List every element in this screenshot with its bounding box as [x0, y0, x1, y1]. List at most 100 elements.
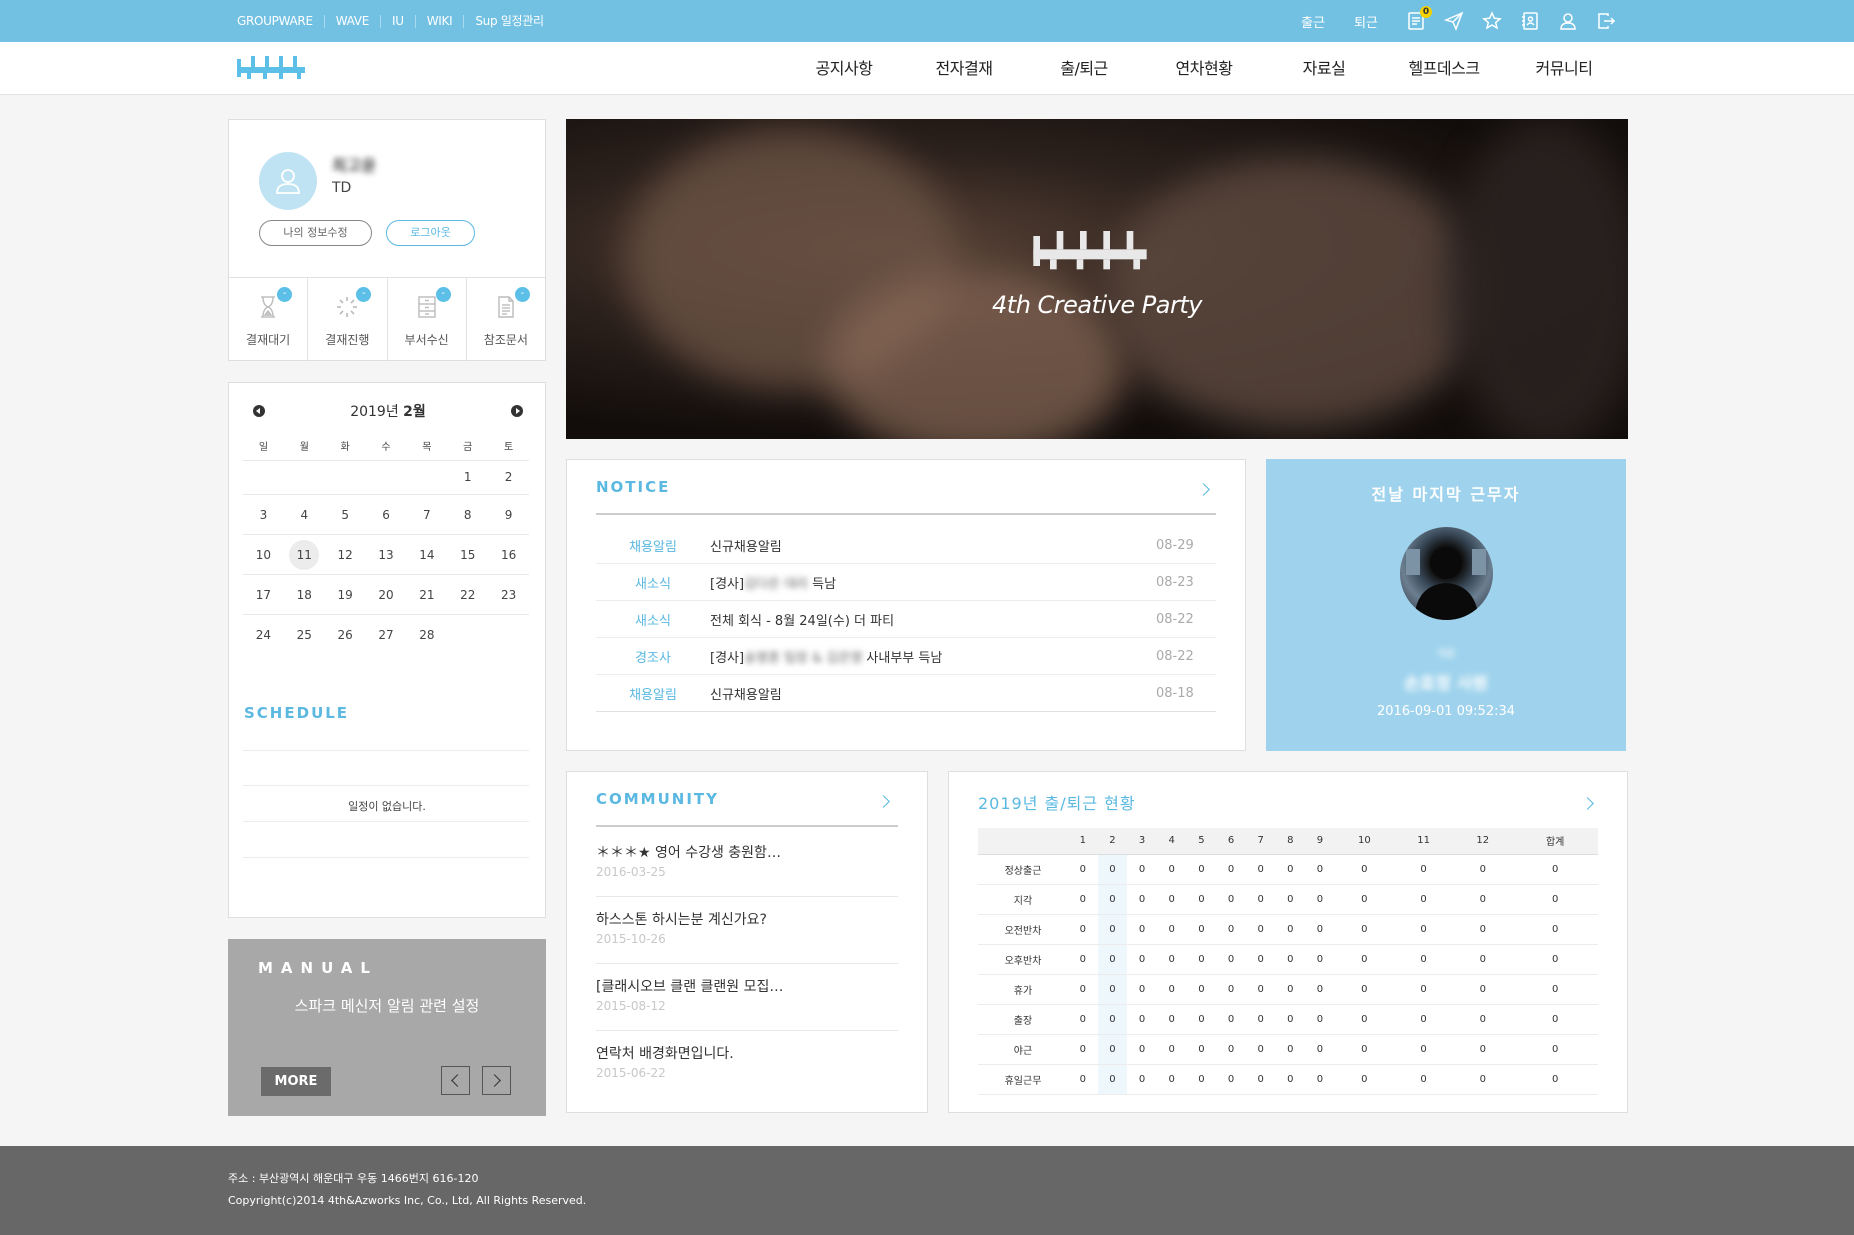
calendar-day[interactable]: 5	[325, 495, 366, 534]
attendance-cell: 0	[1245, 974, 1276, 1005]
next-month-icon[interactable]	[511, 405, 523, 417]
logout-button[interactable]: 로그아웃	[386, 220, 475, 246]
attendance-cell: 0	[1275, 1004, 1306, 1035]
checkout-button[interactable]: 퇴근	[1354, 12, 1378, 31]
calendar-day[interactable]: 6	[366, 495, 407, 534]
calendar-day[interactable]: 17	[243, 575, 284, 614]
last-worker-name: 손효정 사원	[1403, 674, 1489, 694]
nav-community[interactable]: 커뮤니티	[1504, 42, 1624, 95]
calendar-day[interactable]: 21	[406, 575, 447, 614]
attendance-cell: 0	[1127, 1004, 1157, 1035]
calendar-day[interactable]: 14	[406, 535, 447, 574]
attendance-cell: 0	[1097, 1004, 1128, 1035]
nav-helpdesk[interactable]: 헬프데스크	[1384, 42, 1504, 95]
top-link-wiki[interactable]: WIKI	[416, 14, 465, 28]
attendance-cell: 0	[1127, 884, 1157, 915]
calendar-day[interactable]: 18	[284, 575, 325, 614]
calendar-day	[488, 615, 529, 655]
edit-profile-button[interactable]: 나의 정보수정	[259, 220, 372, 246]
notice-item[interactable]: 채용알림 신규채용알림 08-18	[596, 675, 1216, 712]
nav-approval[interactable]: 전자결재	[904, 42, 1024, 95]
reference-docs[interactable]: - 참조문서	[467, 278, 545, 361]
user-icon[interactable]	[1556, 9, 1580, 33]
community-item[interactable]: 하스스톤 하시는분 계신가요? 2015-10-26	[596, 897, 898, 964]
calendar-day[interactable]: 19	[325, 575, 366, 614]
dept-received[interactable]: - 부서수신	[388, 278, 467, 361]
attendance-cell: 0	[1097, 1064, 1128, 1095]
attendance-cell: 0	[1275, 914, 1306, 945]
attendance-column-header: 3	[1127, 828, 1157, 855]
attendance-cell: 0	[1068, 1004, 1098, 1035]
notice-item[interactable]: 채용알림 신규채용알림 08-29	[596, 527, 1216, 564]
attendance-cell: 0	[1275, 854, 1306, 885]
attendance-cell: 0	[1097, 974, 1128, 1005]
logout-icon[interactable]	[1594, 9, 1618, 33]
attendance-cell: 0	[1453, 854, 1513, 885]
notice-item[interactable]: 경조사 [경사]송명훈 팀장 & 김은영 사내부부 득남 08-22	[596, 638, 1216, 675]
calendar-day[interactable]: 26	[325, 615, 366, 655]
calendar-day[interactable]: 4	[284, 495, 325, 534]
calendar-day[interactable]: 20	[366, 575, 407, 614]
approval-waiting[interactable]: - 결재대기	[229, 278, 309, 361]
community-item[interactable]: [클래시오브 클랜 클랜원 모집… 2015-08-12	[596, 964, 898, 1031]
top-link-groupware[interactable]: GROUPWARE	[237, 14, 325, 28]
calendar-day[interactable]: 22	[447, 575, 488, 614]
notice-date: 08-29	[1156, 537, 1194, 553]
calendar-day[interactable]: 16	[488, 535, 529, 574]
company-logo[interactable]	[237, 56, 305, 80]
star-icon[interactable]	[1480, 9, 1504, 33]
calendar-day[interactable]: 23	[488, 575, 529, 614]
attendance-cell: 0	[1393, 884, 1454, 915]
community-panel: COMMUNITY ＊＊＊★ 영어 수강생 충원함… 2016-03-25 하스…	[566, 771, 928, 1113]
notice-more-icon[interactable]	[1197, 483, 1210, 496]
attendance-cell: 0	[1305, 1004, 1335, 1035]
calendar-day[interactable]: 7	[406, 495, 447, 534]
calendar-day[interactable]: 13	[366, 535, 407, 574]
calendar-day[interactable]: 3	[243, 495, 284, 534]
notice-item[interactable]: 새소식 전체 회식 - 8월 24일(수) 더 파티 08-22	[596, 601, 1216, 638]
manual-prev-icon[interactable]	[441, 1066, 470, 1095]
nav-attendance[interactable]: 출/퇴근	[1024, 42, 1144, 95]
manual-description[interactable]: 스파크 메신저 알림 관련 설정	[228, 995, 546, 1016]
approval-progress[interactable]: - 결재진행	[308, 278, 388, 361]
calendar-day[interactable]: 8	[447, 495, 488, 534]
attendance-cell: 0	[1068, 974, 1098, 1005]
nav-library[interactable]: 자료실	[1264, 42, 1384, 95]
calendar-day[interactable]: 27	[366, 615, 407, 655]
loading-icon	[337, 297, 358, 317]
manual-next-icon[interactable]	[482, 1066, 511, 1095]
notification-icon[interactable]: 0	[1404, 6, 1432, 33]
checkin-button[interactable]: 출근	[1301, 12, 1325, 31]
calendar-day[interactable]: 24	[243, 615, 284, 655]
calendar-day[interactable]: 10	[243, 535, 284, 574]
top-link-wave[interactable]: WAVE	[325, 14, 381, 28]
community-more-icon[interactable]	[877, 795, 890, 808]
calendar-day[interactable]: 12	[325, 535, 366, 574]
calendar-day[interactable]: 2	[488, 461, 529, 494]
manual-title: MANUAL	[258, 959, 378, 977]
attendance-more-icon[interactable]	[1581, 797, 1594, 810]
calendar-day[interactable]: 25	[284, 615, 325, 655]
top-link-sup-schedule[interactable]: Sup 일정관리	[464, 14, 554, 28]
calendar-day[interactable]: 1	[447, 461, 488, 494]
calendar-day[interactable]: 9	[488, 495, 529, 534]
community-item[interactable]: ＊＊＊★ 영어 수강생 충원함… 2016-03-25	[596, 830, 898, 897]
footer: 주소 : 부산광역시 해운대구 우동 1466번지 616-120 Copyri…	[0, 1146, 1854, 1235]
address-book-icon[interactable]	[1518, 9, 1542, 33]
notice-item[interactable]: 새소식 [경사]김다은 대리 득남 08-23	[596, 564, 1216, 601]
community-item[interactable]: 연락처 배경화면입니다. 2015-06-22	[596, 1031, 898, 1098]
schedule-title: SCHEDULE	[244, 704, 350, 722]
attendance-cell: 0	[1393, 1004, 1454, 1035]
nav-leave[interactable]: 연차현황	[1144, 42, 1264, 95]
top-link-iu[interactable]: IU	[381, 14, 416, 28]
send-icon[interactable]	[1442, 9, 1466, 33]
calendar-day[interactable]: 28	[406, 615, 447, 655]
calendar-day[interactable]: 15	[447, 535, 488, 574]
notice-panel: NOTICE 채용알림 신규채용알림 08-29 새소식 [경사]김다은 대리 …	[566, 459, 1246, 751]
attendance-cell: 0	[1245, 914, 1276, 945]
manual-more-button[interactable]: MORE	[261, 1067, 331, 1096]
profile-role: TD	[332, 180, 352, 196]
attendance-cell: 0	[1275, 974, 1306, 1005]
calendar-day[interactable]: 11	[284, 535, 325, 574]
nav-notice[interactable]: 공지사항	[784, 42, 904, 95]
